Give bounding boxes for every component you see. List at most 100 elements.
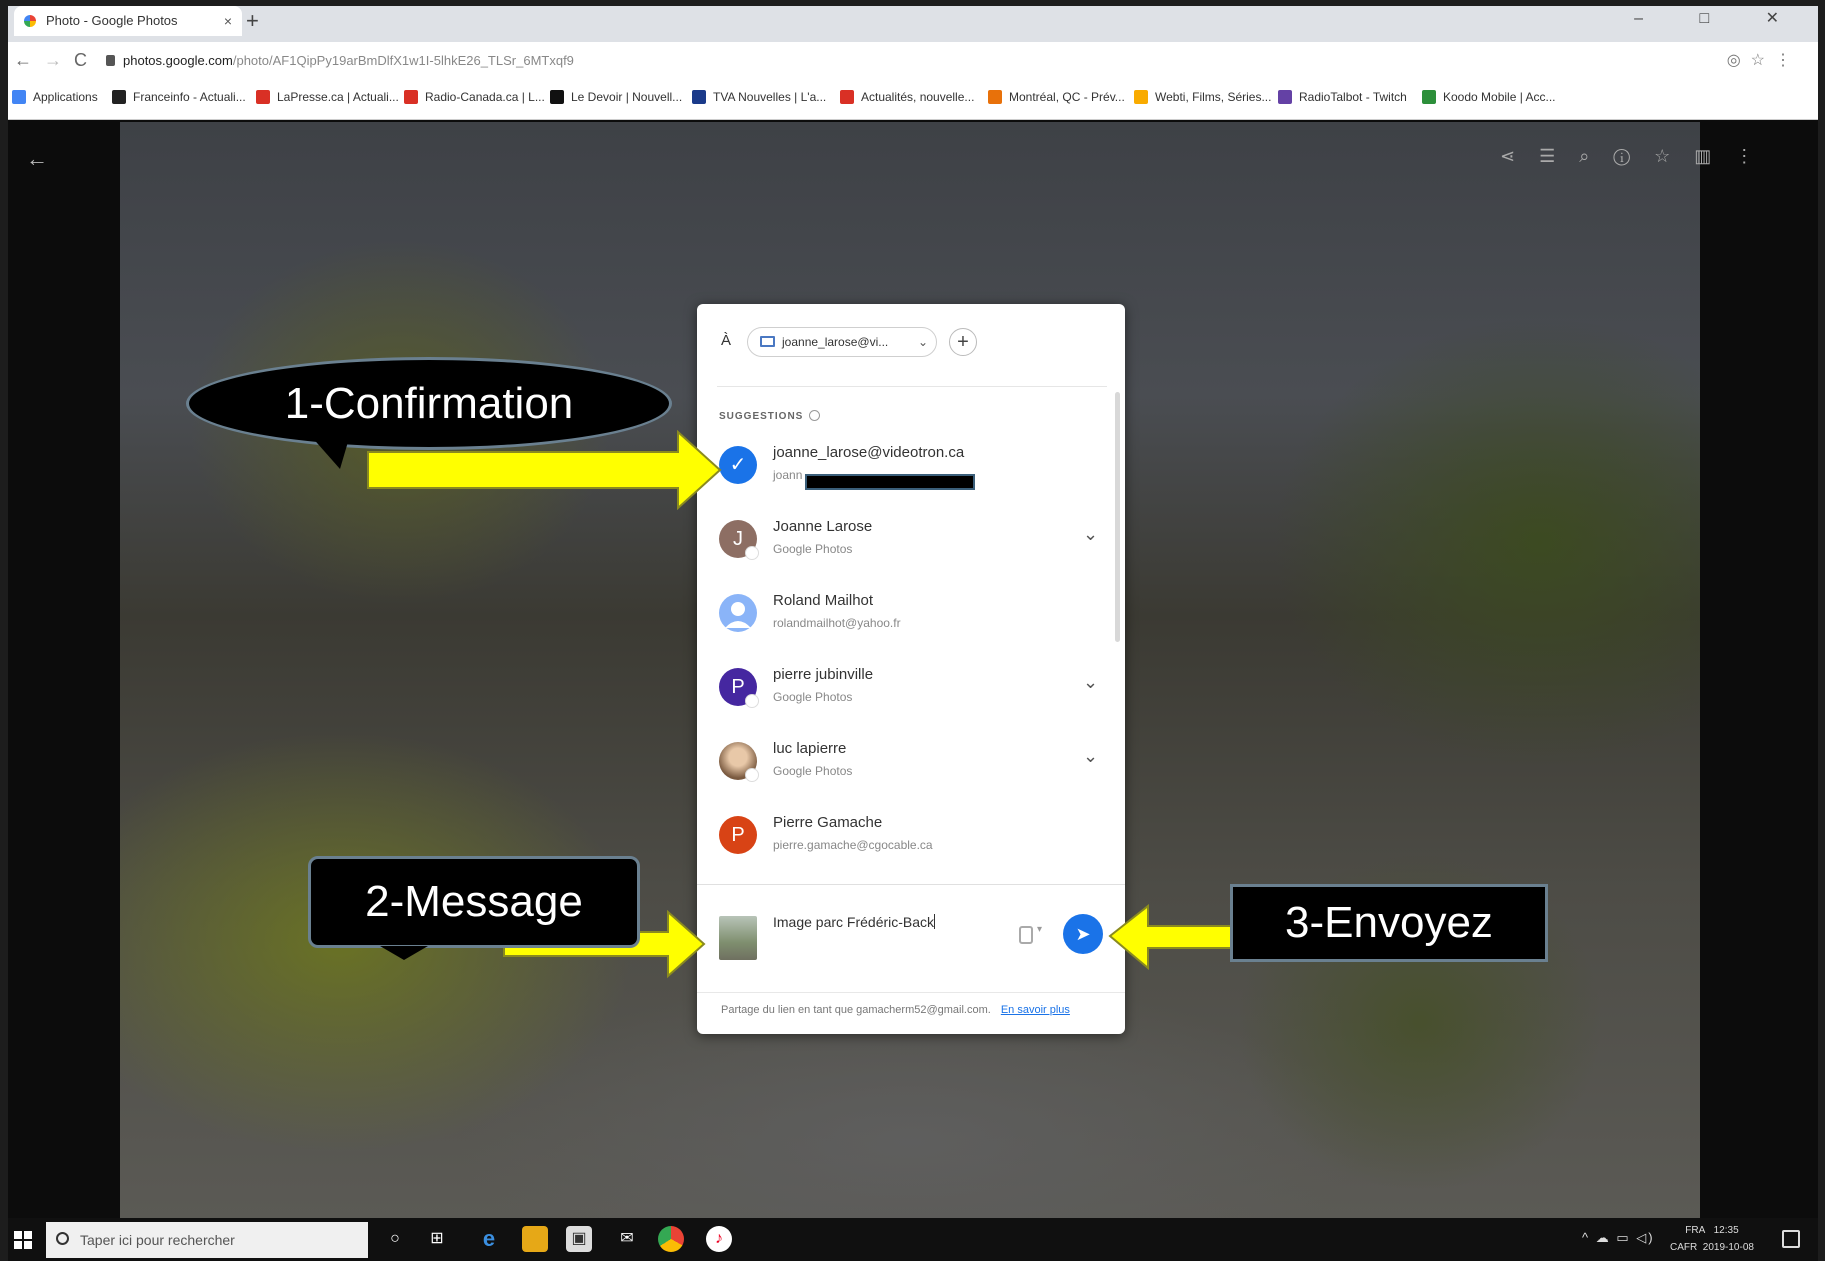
- info-icon[interactable]: [809, 410, 821, 421]
- contact-name: Joanne Larose: [773, 518, 873, 535]
- footer-text: Partage du lien en tant que gamacherm52@…: [721, 1004, 991, 1016]
- task-view-icon[interactable]: ⊞: [424, 1226, 450, 1252]
- bookmark-favicon-icon: [256, 90, 270, 104]
- viewer-toolbar-icons[interactable]: ⋖☰⌕ⓘ☆▥⋮: [1500, 146, 1777, 167]
- back-arrow-icon[interactable]: ←: [14, 50, 32, 71]
- bookmark-favicon-icon: [988, 90, 1002, 104]
- bookmark-item[interactable]: Koodo Mobile | Acc...: [1422, 90, 1556, 104]
- suggestions-heading-text: SUGGESTIONS: [719, 411, 804, 422]
- window-controls[interactable]: – □ ✕: [1634, 8, 1805, 28]
- chrome-icon[interactable]: [658, 1226, 684, 1252]
- tab-close-button[interactable]: ×: [224, 6, 232, 36]
- url-domain: photos.google.com: [123, 53, 233, 68]
- chevron-down-icon[interactable]: ⌄: [1083, 672, 1098, 693]
- contact-suggestion[interactable]: Ppierre jubinville Google Photos ⌄: [697, 654, 1125, 728]
- bookmark-item[interactable]: Applications: [12, 90, 98, 104]
- contact-suggestion[interactable]: J Joanne Larose Google Photos ⌄: [697, 506, 1125, 580]
- contact-name: joanne_larose@videotron.ca: [773, 444, 965, 461]
- bookmark-favicon-icon: [1278, 90, 1292, 104]
- bookmark-label: Montréal, QC - Prév...: [1009, 90, 1125, 104]
- viewer-back-icon[interactable]: ←: [26, 146, 48, 172]
- mail-icon[interactable]: ✉: [614, 1226, 640, 1252]
- bookmark-label: Applications: [33, 90, 98, 104]
- message-text: Image parc Frédéric-Back: [773, 914, 935, 930]
- lock-icon[interactable]: [1019, 926, 1033, 944]
- chevron-down-icon[interactable]: ⌄: [1083, 746, 1098, 767]
- bookmark-favicon-icon: [12, 90, 26, 104]
- bookmark-item[interactable]: LaPresse.ca | Actuali...: [256, 90, 399, 104]
- divider: [697, 992, 1125, 993]
- bookmark-item[interactable]: Franceinfo - Actuali...: [112, 90, 246, 104]
- bookmark-label: TVA Nouvelles | L'a...: [713, 90, 827, 104]
- file-explorer-icon[interactable]: [522, 1226, 548, 1252]
- bookmark-item[interactable]: Webti, Films, Séries...: [1134, 90, 1271, 104]
- send-button[interactable]: ➤: [1063, 914, 1103, 954]
- message-input[interactable]: Image parc Frédéric-Back: [773, 914, 936, 930]
- share-footer: Partage du lien en tant que gamacherm52@…: [721, 1004, 1070, 1016]
- keyboard-layout: CAFR: [1670, 1242, 1698, 1253]
- contact-detail: pierre.gamache@cgocable.ca: [773, 838, 933, 852]
- bookmark-item[interactable]: Actualités, nouvelle...: [840, 90, 974, 104]
- bookmark-item[interactable]: TVA Nouvelles | L'a...: [692, 90, 826, 104]
- callout-tail: [310, 435, 350, 469]
- lock-icon: [106, 55, 115, 66]
- screenshot: Photo - Google Photos × + – □ ✕ ← → C ph…: [0, 0, 1825, 1261]
- callout-message: 2-Message: [308, 856, 640, 948]
- bookmark-label: Actualités, nouvelle...: [861, 90, 975, 104]
- taskbar-clock[interactable]: FRA 12:35 CAFR 2019-10-08: [1670, 1222, 1754, 1256]
- add-recipient-button[interactable]: +: [949, 328, 977, 356]
- google-photos-badge-icon: [745, 694, 759, 708]
- bookmark-favicon-icon: [840, 90, 854, 104]
- contact-avatar: [719, 742, 759, 782]
- recipient-chip[interactable]: joanne_larose@vi... ⌄: [747, 327, 937, 357]
- callout-confirmation: 1-Confirmation: [186, 357, 672, 450]
- contact-suggestion[interactable]: luc lapierre Google Photos ⌄: [697, 728, 1125, 802]
- bookmark-item[interactable]: RadioTalbot - Twitch: [1278, 90, 1407, 104]
- browser-tab[interactable]: Photo - Google Photos ×: [14, 6, 242, 36]
- recipient-chip-text: joanne_larose@vi...: [782, 335, 889, 349]
- bookmark-label: Webti, Films, Séries...: [1155, 90, 1272, 104]
- forward-arrow-icon[interactable]: →: [44, 50, 62, 71]
- chevron-down-icon[interactable]: ⌄: [918, 328, 928, 356]
- reload-icon[interactable]: C: [74, 50, 87, 71]
- bookmark-item[interactable]: Radio-Canada.ca | L...: [404, 90, 545, 104]
- contact-suggestion[interactable]: ✓ joanne_larose@videotron.ca joann: [697, 432, 1125, 506]
- redaction-box: [805, 474, 975, 490]
- new-tab-button[interactable]: +: [246, 8, 259, 34]
- bookmark-label: LaPresse.ca | Actuali...: [277, 90, 399, 104]
- contact-suggestion[interactable]: Roland Mailhot rolandmailhot@yahoo.fr: [697, 580, 1125, 654]
- contact-name: Pierre Gamache: [773, 814, 883, 831]
- url-field[interactable]: photos.google.com/photo/AF1QipPy19arBmDl…: [106, 47, 1666, 75]
- callout-tail: [380, 946, 428, 960]
- itunes-icon[interactable]: ♪: [706, 1226, 732, 1252]
- edge-icon[interactable]: e: [476, 1226, 502, 1252]
- taskbar-search-field[interactable]: Taper ici pour rechercher: [46, 1222, 368, 1258]
- bookmark-label: RadioTalbot - Twitch: [1299, 90, 1407, 104]
- search-icon: [56, 1232, 69, 1245]
- contact-suggestion[interactable]: P Pierre Gamache pierre.gamache@cgocable.c…: [697, 802, 1125, 876]
- taskbar-search-placeholder: Taper ici pour rechercher: [80, 1232, 235, 1248]
- scrollbar[interactable]: [1115, 392, 1120, 642]
- bookmark-favicon-icon: [404, 90, 418, 104]
- contact-name: Roland Mailhot: [773, 592, 874, 609]
- contact-detail: Google Photos: [773, 764, 853, 778]
- contact-detail: rolandmailhot@yahoo.fr: [773, 616, 901, 630]
- system-tray-icons[interactable]: ^ ☁ ▭ ◁): [1582, 1230, 1655, 1246]
- contact-avatar: P: [719, 668, 759, 708]
- learn-more-link[interactable]: En savoir plus: [1001, 1004, 1070, 1016]
- cortana-icon[interactable]: ○: [382, 1226, 408, 1252]
- caret-down-icon[interactable]: ▾: [1037, 924, 1042, 935]
- divider: [697, 884, 1125, 885]
- browser-toolbar-icons[interactable]: ◎☆⋮: [1727, 50, 1801, 70]
- bookmark-favicon-icon: [550, 90, 564, 104]
- windows-start-icon[interactable]: [14, 1231, 32, 1249]
- contact-avatar: P: [719, 816, 757, 854]
- callout-send: 3-Envoyez: [1230, 884, 1548, 962]
- bookmark-item[interactable]: Le Devoir | Nouvell...: [550, 90, 682, 104]
- notification-icon[interactable]: [1782, 1230, 1800, 1248]
- store-icon[interactable]: ▣: [566, 1226, 592, 1252]
- input-language: FRA: [1685, 1225, 1706, 1236]
- contact-detail: Google Photos: [773, 690, 853, 704]
- chevron-down-icon[interactable]: ⌄: [1083, 524, 1098, 545]
- bookmark-item[interactable]: Montréal, QC - Prév...: [988, 90, 1125, 104]
